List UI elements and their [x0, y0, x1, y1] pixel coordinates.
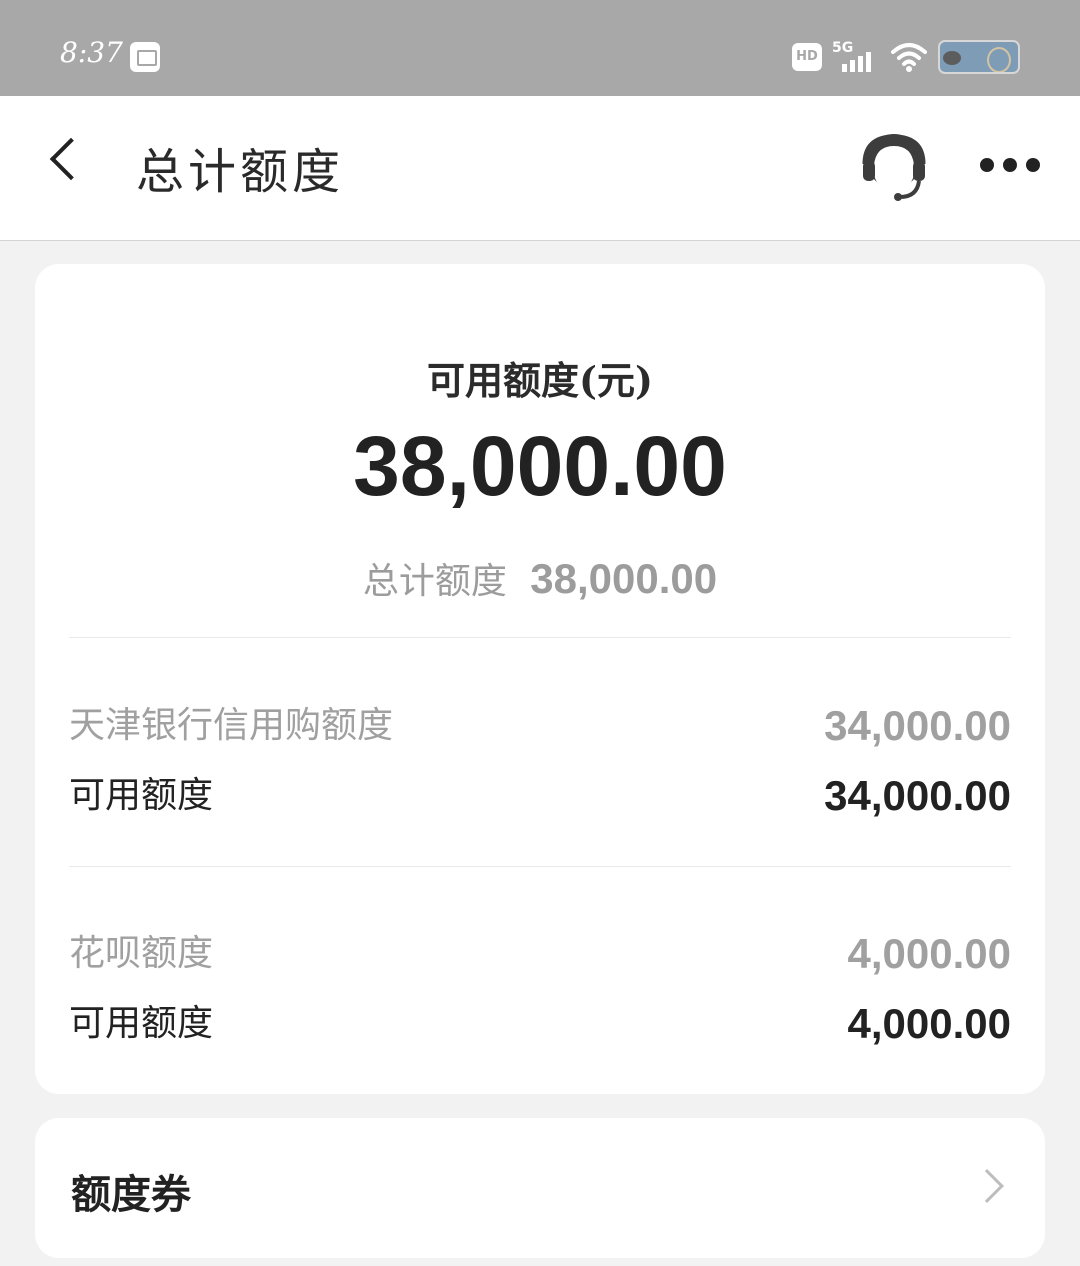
more-options-button[interactable] — [974, 154, 1048, 178]
bank-credit-section: 天津银行信用购额度 34,000.00 可用额度 34,000.00 — [69, 696, 1011, 856]
hd-icon: HD — [792, 43, 822, 71]
back-button[interactable] — [38, 132, 92, 198]
credit-coupon-row[interactable]: 额度券 — [35, 1118, 1045, 1258]
more-dot-icon — [1026, 158, 1040, 172]
huabei-credit-section: 花呗额度 4,000.00 可用额度 4,000.00 — [69, 924, 1011, 1084]
bank-credit-title: 天津银行信用购额度 — [69, 705, 394, 746]
huabei-credit-available-label: 可用额度 — [69, 1003, 214, 1044]
status-bar: 8:37 HD 5G — [0, 0, 1080, 96]
top-navigation-bar: 总计额度 — [0, 96, 1080, 241]
bank-credit-available-label: 可用额度 — [69, 775, 214, 816]
page-title: 总计额度 — [136, 144, 345, 200]
more-dot-icon — [1003, 158, 1017, 172]
credit-summary-card: 可用额度(元) 38,000.00 总计额度 38,000.00 天津银行信用购… — [35, 264, 1045, 1094]
bank-credit-available-amount: 34,000.00 — [824, 772, 1011, 819]
chevron-right-icon — [970, 1169, 1004, 1203]
available-credit-label: 可用额度(元) — [427, 358, 653, 403]
wifi-icon — [890, 40, 928, 74]
total-credit-amount: 38,000.00 — [530, 555, 718, 602]
customer-service-icon[interactable] — [856, 130, 932, 206]
huabei-credit-total-amount: 4,000.00 — [847, 930, 1012, 977]
bank-credit-total-amount: 34,000.00 — [824, 702, 1011, 749]
total-credit-label: 总计额度 — [362, 561, 507, 602]
battery-icon — [938, 40, 1020, 74]
notification-app-icon — [130, 42, 160, 72]
credit-coupon-label: 额度券 — [71, 1171, 191, 1218]
huabei-credit-title: 花呗额度 — [69, 933, 214, 974]
cellular-5g-icon: 5G — [832, 40, 878, 74]
huabei-credit-available-amount: 4,000.00 — [847, 1000, 1012, 1047]
section-divider — [69, 866, 1011, 867]
network-type-label: 5G — [832, 40, 854, 56]
more-dot-icon — [980, 158, 994, 172]
available-credit-amount: 38,000.00 — [353, 419, 727, 513]
total-credit-line: 总计额度 38,000.00 — [35, 552, 1045, 604]
section-divider — [69, 637, 1011, 638]
status-time: 8:37 — [60, 36, 123, 69]
